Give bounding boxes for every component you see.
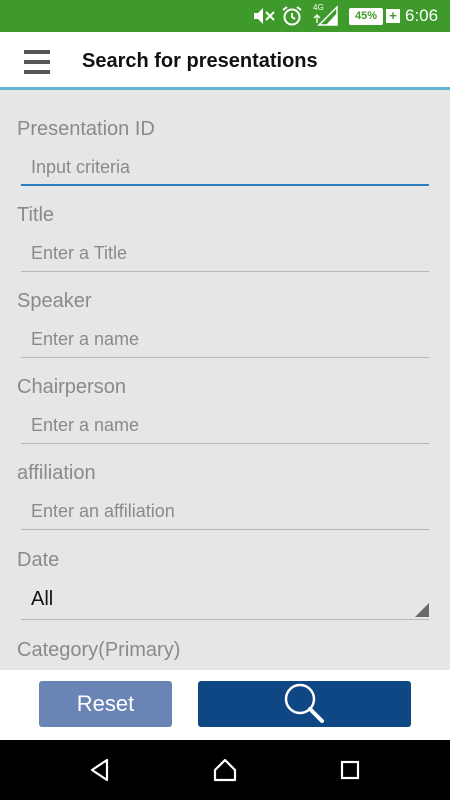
dropdown-arrow-icon xyxy=(415,603,429,617)
affiliation-input[interactable] xyxy=(21,494,429,530)
speaker-input[interactable] xyxy=(21,322,429,358)
back-icon[interactable] xyxy=(85,755,115,785)
chairperson-label: Chairperson xyxy=(17,376,126,398)
signal-icon xyxy=(313,0,339,32)
page-title: Search for presentations xyxy=(82,49,318,72)
date-select[interactable]: All xyxy=(21,582,429,620)
hamburger-menu-icon[interactable] xyxy=(24,50,50,74)
charging-icon: + xyxy=(386,9,400,23)
battery-icon: 45% + xyxy=(349,0,400,32)
home-icon[interactable] xyxy=(210,755,240,785)
category-primary-label: Category(Primary) xyxy=(17,639,181,661)
mute-icon xyxy=(252,0,276,32)
alarm-icon xyxy=(281,0,303,32)
search-button[interactable] xyxy=(198,681,411,727)
action-bar: Reset xyxy=(0,670,450,740)
recent-apps-icon[interactable] xyxy=(335,755,365,785)
search-form: Presentation ID Title Speaker Chairperso… xyxy=(0,93,450,670)
app-bar: Search for presentations xyxy=(0,32,450,90)
search-icon xyxy=(282,681,328,728)
affiliation-label: affiliation xyxy=(17,462,96,484)
title-input[interactable] xyxy=(21,236,429,272)
speaker-label: Speaker xyxy=(17,290,92,312)
clock: 6:06 xyxy=(405,6,439,25)
battery-level: 45% xyxy=(349,7,383,25)
navigation-bar xyxy=(0,740,450,800)
date-selected-value: All xyxy=(31,588,54,610)
status-bar: 4G 45% + 6:06 xyxy=(0,0,450,32)
presentation-id-input[interactable] xyxy=(21,150,429,186)
presentation-id-label: Presentation ID xyxy=(17,118,155,140)
chairperson-input[interactable] xyxy=(21,408,429,444)
title-label: Title xyxy=(17,204,55,226)
date-label: Date xyxy=(17,549,60,571)
reset-button[interactable]: Reset xyxy=(39,681,172,727)
